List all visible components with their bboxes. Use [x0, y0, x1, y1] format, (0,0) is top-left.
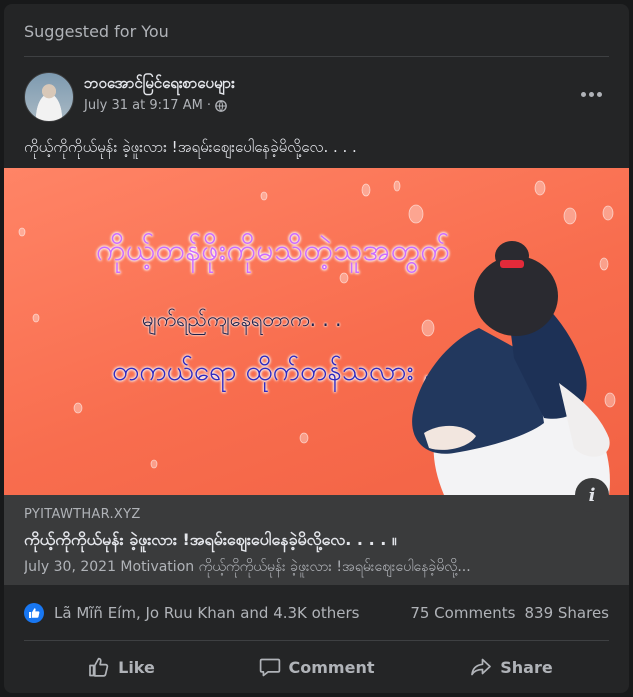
- share-label: Share: [500, 657, 553, 677]
- share-icon: [470, 656, 492, 678]
- comment-button[interactable]: Comment: [219, 646, 414, 688]
- reactor-names[interactable]: Lã Mĩñ Eím, Jo Ruu Khan and 4.3K others: [54, 604, 359, 622]
- comment-label: Comment: [288, 657, 375, 677]
- link-domain: PYITAWTHAR.XYZ: [24, 507, 141, 522]
- share-button[interactable]: Share: [414, 646, 609, 688]
- post-date[interactable]: July 31 at 9:17 AM: [84, 98, 203, 113]
- meta-separator: ·: [206, 98, 211, 113]
- section-title: Suggested for You: [24, 22, 169, 41]
- like-button[interactable]: Like: [24, 646, 219, 688]
- link-title[interactable]: ကိုယ့်ကိုကိုယ်မုန်း ခဲ့ဖူးလား !အရမ်းဈေးပ…: [24, 529, 397, 553]
- comment-icon: [259, 656, 281, 678]
- link-preview[interactable]: PYITAWTHAR.XYZ ကိုယ့်ကိုကိုယ်မုန်း ခဲ့ဖူ…: [4, 495, 629, 585]
- info-icon[interactable]: i: [575, 478, 609, 512]
- post-actions: Like Comment Share: [24, 646, 609, 688]
- shares-count[interactable]: 839 Shares: [525, 604, 610, 622]
- avatar[interactable]: [24, 72, 74, 122]
- girl-illustration: [412, 241, 610, 495]
- reactions-bar: Lã Mĩñ Eím, Jo Ruu Khan and 4.3K others …: [24, 601, 609, 625]
- author-name[interactable]: ဘဝအောင်မြင်ရေးစာပေများ: [84, 74, 235, 96]
- post-meta: July 31 at 9:17 AM ·: [84, 98, 227, 113]
- post-card: Suggested for You ဘဝအောင်မြင်ရေးစာပေများ…: [4, 4, 629, 693]
- like-reaction-icon[interactable]: [24, 603, 44, 623]
- more-options-icon[interactable]: [579, 86, 603, 102]
- divider: [24, 56, 609, 57]
- divider: [24, 640, 609, 641]
- link-description: July 30, 2021 Motivation ကိုယ့်ကိုကိုယ်မ…: [24, 559, 471, 575]
- thumbs-up-icon: [88, 656, 110, 678]
- globe-icon[interactable]: [215, 99, 227, 112]
- post-text: ကိုယ့်ကိုကိုယ်မုန်း ခဲ့ဖူးလား !အရမ်းဈေးပ…: [24, 138, 357, 156]
- image-subline: မျက်ရည်ကျနေရတာက. . .: [142, 307, 342, 331]
- comments-count[interactable]: 75 Comments: [410, 604, 515, 622]
- like-label: Like: [118, 657, 155, 677]
- post-image[interactable]: ကိုယ့်တန်ဖိုးကိုမသိတဲ့သူအတွက် မျက်ရည်ကျန…: [4, 168, 629, 495]
